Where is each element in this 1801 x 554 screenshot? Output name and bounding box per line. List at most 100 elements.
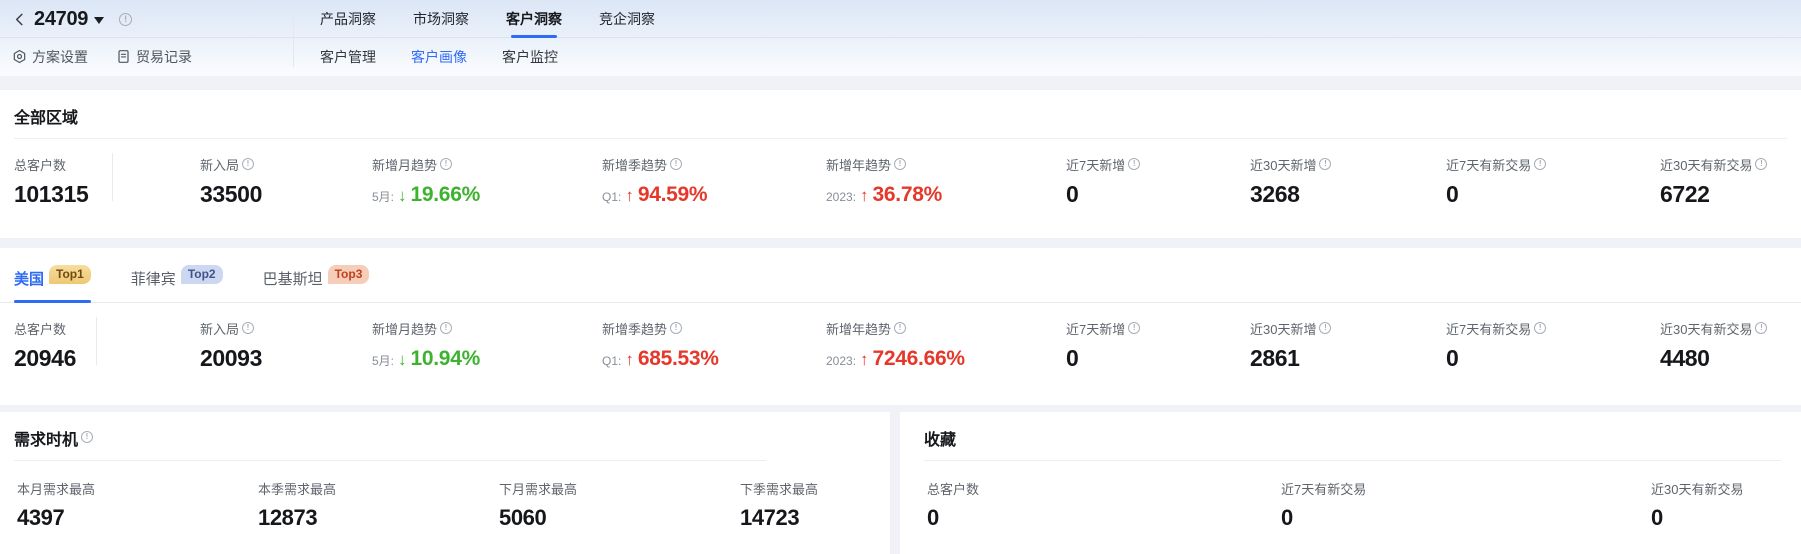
info-icon[interactable] [1319,158,1331,170]
stat-label-row: 下季需求最高 [740,479,818,498]
trend-arrow-icon: ↑ [625,186,634,206]
country-tab[interactable]: 美国 Top1 [14,265,91,302]
info-icon[interactable] [670,322,682,334]
stat-item: 近30天新增 2861 [1250,319,1331,372]
info-icon[interactable] [1534,322,1546,334]
stat-label: 新入局 [200,155,239,174]
country-tab[interactable]: 菲律宾 Top2 [131,265,223,302]
info-icon[interactable] [1128,322,1140,334]
stat-item: 新增季趋势 Q1: ↑ 94.59% [602,155,707,207]
stat-label-row: 近7天新增 [1066,155,1140,174]
stat-label-row: 近7天新增 [1066,319,1140,338]
country-tab[interactable]: 巴基斯坦 Top3 [263,265,370,302]
action-label: 方案设置 [32,47,88,67]
stat-item: 新增月趋势 5月: ↓ 19.66% [372,155,480,207]
demand-timing-card: 需求时机 本月需求最高 4397 本季需求最高 12873 下月需求最高 506… [0,412,890,554]
stat-value: 14723 [740,505,818,531]
stat-item: 近7天有新交易 0 [1281,479,1366,531]
main-tab[interactable]: 客户洞察 [506,0,562,38]
trend-period-label: 5月: [372,352,394,369]
stat-label: 下月需求最高 [499,479,577,498]
stat-item: 新入局 33500 [200,155,262,208]
main-tab-label: 客户洞察 [506,9,562,29]
trend-arrow-icon: ↓ [398,186,407,206]
favorites-stats-row: 总客户数 0 近7天有新交易 0 近30天有新交易 0 [900,461,1801,537]
top-header: 24709 产品洞察 市场洞察 客户洞察 竞企洞察 方案设置 贸易记录 客户管理… [0,0,1801,76]
sub-tab-label: 客户管理 [320,47,376,67]
stat-item: 新增年趋势 2023: ↑ 7246.66% [826,319,965,371]
info-icon[interactable] [119,13,132,26]
trade-records-button[interactable]: 贸易记录 [116,47,192,67]
info-icon[interactable] [670,158,682,170]
stat-label: 新增季趋势 [602,155,667,174]
info-icon[interactable] [242,158,254,170]
plan-title-dropdown[interactable]: 24709 [34,8,104,31]
stat-value: 0 [927,505,979,531]
info-icon[interactable] [1755,322,1767,334]
stat-label: 近30天有新交易 [1660,319,1752,338]
favorites-card: 收藏 总客户数 0 近7天有新交易 0 近30天有新交易 0 [900,412,1801,554]
stat-value: 0 [1066,345,1140,372]
sub-tab[interactable]: 客户监控 [502,38,558,75]
sub-tab[interactable]: 客户画像 [411,38,467,75]
info-icon[interactable] [894,158,906,170]
section-title: 需求时机 [0,412,890,460]
stat-item: 新增年趋势 2023: ↑ 36.78% [826,155,942,207]
stat-value: 0 [1066,181,1140,208]
stat-label-row: 新增季趋势 [602,155,707,174]
stat-label: 近7天新增 [1066,319,1125,338]
plan-settings-button[interactable]: 方案设置 [12,47,88,67]
trend-value: 5月: ↓ 19.66% [372,183,480,207]
stat-label: 近7天有新交易 [1446,155,1531,174]
info-icon[interactable] [81,431,93,443]
stat-label: 新增年趋势 [826,319,891,338]
trend-period-label: 2023: [826,354,856,368]
stat-label: 新增月趋势 [372,319,437,338]
stat-value: 101315 [14,181,88,208]
stat-label: 总客户数 [14,319,66,338]
stat-item: 本月需求最高 4397 [17,479,95,531]
bottom-row: 需求时机 本月需求最高 4397 本季需求最高 12873 下月需求最高 506… [0,412,1801,554]
main-tab[interactable]: 竞企洞察 [599,0,655,38]
stat-item: 总客户数 20946 [14,319,76,372]
info-icon[interactable] [440,158,452,170]
trend-arrow-icon: ↑ [625,350,634,370]
stat-item: 近7天新增 0 [1066,155,1140,208]
trend-value: 2023: ↑ 7246.66% [826,347,965,371]
stat-label-row: 近30天有新交易 [1660,319,1767,338]
header-divider [293,9,294,67]
main-tab[interactable]: 产品洞察 [320,0,376,38]
region-stats-row: 总客户数 101315 新入局 33500 新增月趋势 5月: ↓ 19.66%… [0,139,1801,225]
stat-label: 近7天有新交易 [1446,319,1531,338]
sub-tab-label: 客户监控 [502,47,558,67]
sub-tab[interactable]: 客户管理 [320,38,376,75]
info-icon[interactable] [894,322,906,334]
document-icon [116,49,131,64]
stat-label-row: 下月需求最高 [499,479,577,498]
info-icon[interactable] [1128,158,1140,170]
page-title: 24709 [34,8,88,31]
stat-value: 20093 [200,345,262,372]
stat-label-row: 近7天有新交易 [1446,155,1546,174]
stat-value: 0 [1446,181,1546,208]
stat-label-row: 近30天有新交易 [1651,479,1743,498]
stat-label-row: 新入局 [200,155,262,174]
trend-value: 5月: ↓ 10.94% [372,347,480,371]
stat-item: 新增月趋势 5月: ↓ 10.94% [372,319,480,371]
info-icon[interactable] [242,322,254,334]
stat-label: 近7天新增 [1066,155,1125,174]
stat-value: 4480 [1660,345,1767,372]
chevron-left-icon [12,12,27,27]
stat-label: 近30天新增 [1250,155,1316,174]
main-tab[interactable]: 市场洞察 [413,0,469,38]
stat-label: 下季需求最高 [740,479,818,498]
trend-period-label: Q1: [602,354,621,368]
stat-label-row: 新增年趋势 [826,155,942,174]
back-button[interactable] [12,12,27,27]
info-icon[interactable] [1755,158,1767,170]
trend-percent: 36.78% [873,183,942,207]
info-icon[interactable] [1319,322,1331,334]
info-icon[interactable] [440,322,452,334]
info-icon[interactable] [1534,158,1546,170]
stat-label-row: 近30天有新交易 [1660,155,1767,174]
